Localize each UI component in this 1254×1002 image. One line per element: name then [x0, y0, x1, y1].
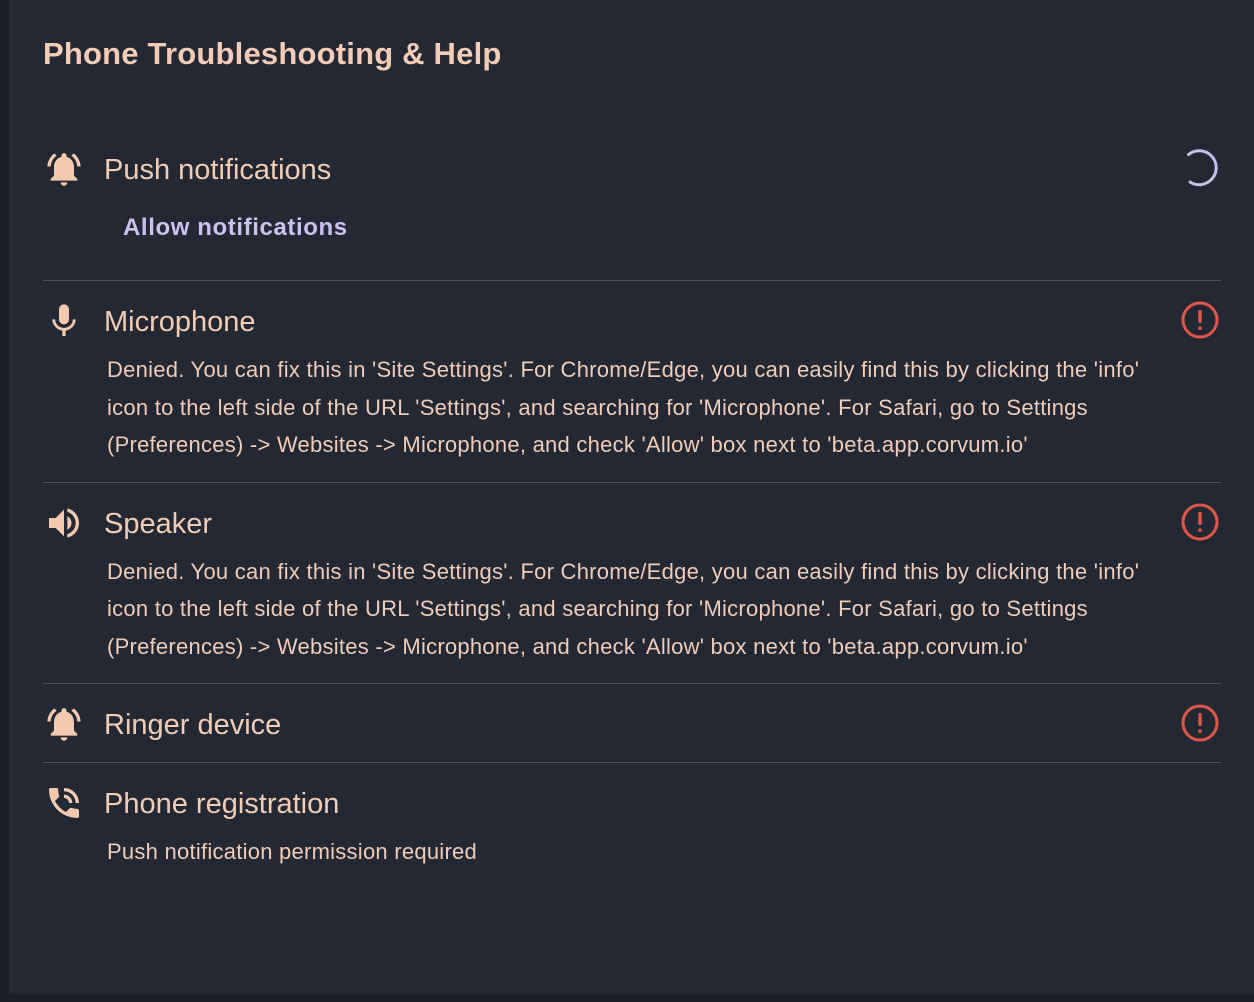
item-label: Microphone	[104, 306, 256, 338]
list-item-phone-registration: Phone registration Push notification per…	[43, 762, 1221, 893]
bell-ring-icon	[44, 149, 84, 189]
list-item-speaker: Speaker Denied. You can fix this in 'Sit…	[43, 481, 1221, 684]
allow-notifications-button[interactable]: Allow notifications	[123, 210, 348, 280]
error-icon	[1179, 501, 1221, 543]
list-item-microphone: Microphone Denied. You can fix this in '…	[43, 280, 1221, 482]
item-description: Denied. You can fix this in 'Site Settin…	[107, 357, 1140, 457]
item-description: Denied. You can fix this in 'Site Settin…	[107, 558, 1140, 659]
item-label: Phone registration	[104, 788, 340, 820]
list-item-ringer-device: Ringer device	[43, 683, 1221, 762]
item-label: Ringer device	[104, 709, 282, 741]
bell-ring-icon	[44, 704, 84, 744]
error-icon	[1179, 299, 1221, 341]
phone-callback-icon	[44, 783, 84, 823]
troubleshooting-dialog: Phone Troubleshooting & Help Push notifi…	[10, 0, 1254, 994]
item-label: Speaker	[104, 507, 213, 540]
error-icon	[1179, 702, 1221, 744]
status-list: Push notifications Allow notifications M…	[43, 129, 1221, 893]
list-item-push-notifications: Push notifications Allow notifications	[43, 129, 1221, 280]
item-description: Push notification permission required	[107, 839, 477, 864]
speaker-icon	[44, 503, 84, 543]
dialog-title: Phone Troubleshooting & Help	[43, 36, 502, 71]
loading-spinner-icon	[1179, 147, 1221, 189]
microphone-icon	[44, 301, 84, 341]
item-label: Push notifications	[104, 154, 332, 186]
